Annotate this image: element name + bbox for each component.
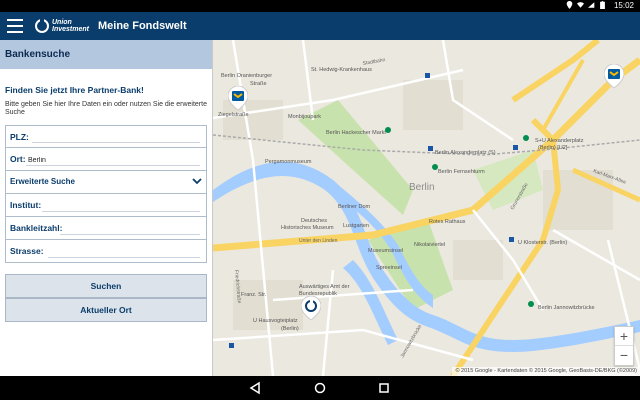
institut-field: Institut: xyxy=(5,194,207,217)
strasse-label: Strasse: xyxy=(10,246,44,256)
map-label-alexanderplatz-s2: (Berlin) [U2] xyxy=(538,145,568,151)
app-bar: Union Investment Meine Fondswelt xyxy=(0,12,640,40)
logo-line-1: Union xyxy=(52,19,72,26)
map-label-dom: Berliner Dom xyxy=(338,204,371,210)
app-title: Meine Fondswelt xyxy=(98,20,187,32)
zoom-out-button[interactable]: − xyxy=(615,346,633,365)
panel-headline: Finden Sie jetzt Ihre Partner-Bank! xyxy=(5,85,144,95)
plz-field: PLZ: xyxy=(5,125,207,148)
home-icon[interactable] xyxy=(313,381,327,395)
institut-input[interactable] xyxy=(42,201,200,212)
union-investment-pin-icon[interactable] xyxy=(301,296,321,320)
map-label-ziegelstrasse: Ziegelstraße xyxy=(218,112,249,118)
strasse-input[interactable] xyxy=(48,247,200,258)
search-button[interactable]: Suchen xyxy=(5,274,207,298)
map-label-alexanderplatz-bf: Berlin Alexanderplatz (S) xyxy=(435,150,496,156)
map-label-hedwig: St. Hedwig-Krankenhaus xyxy=(311,67,372,73)
bankleitzahl-input[interactable] xyxy=(60,224,200,235)
map-label-rotes-rathaus: Rotes Rathaus xyxy=(429,219,466,225)
search-panel: Bankensuche Finden Sie jetzt Ihre Partne… xyxy=(0,40,213,376)
map-label-dhm1: Deutsches xyxy=(301,218,327,224)
institut-label: Institut: xyxy=(10,200,42,210)
map-view[interactable]: Berlin Berlin Oranienburger Straße St. H… xyxy=(213,40,640,376)
map-label-museumsinsel: Museumsinsel xyxy=(368,248,403,254)
map-label-auswaertiges1: Auswärtiges Amt der xyxy=(299,284,350,290)
map-label-hausvogtei1: U Hausvogteiplatz xyxy=(253,318,298,324)
map-label-nikolaiviertel: Nikolaiviertel xyxy=(414,242,445,248)
status-icons xyxy=(566,1,606,9)
logo-mark-icon xyxy=(35,19,49,33)
map-label-alexanderplatz-s: S+U Alexanderplatz xyxy=(535,138,584,144)
bank-pin-icon[interactable] xyxy=(604,64,624,88)
bankleitzahl-label: Bankleitzahl: xyxy=(10,223,63,233)
logo-line-2: Investment xyxy=(52,26,89,33)
menu-icon[interactable] xyxy=(7,19,23,33)
plz-label: PLZ: xyxy=(10,132,29,142)
map-canvas: Berlin Berlin Oranienburger Straße St. H… xyxy=(213,40,640,376)
wifi-icon xyxy=(577,2,584,8)
map-label-franz: Franz. Str. xyxy=(241,292,267,298)
advanced-search-label: Erweiterte Suche xyxy=(10,177,75,186)
recents-icon[interactable] xyxy=(377,381,391,395)
map-label-strasse: Straße xyxy=(250,81,267,87)
map-label-dhm2: Historisches Museum xyxy=(281,225,334,231)
navigation-bar xyxy=(0,376,640,400)
map-label-unter-den-linden: Unter den Linden xyxy=(299,238,338,244)
ort-label: Ort: xyxy=(10,154,26,164)
map-attribution: © 2015 Google - Kartendaten © 2015 Googl… xyxy=(452,367,640,376)
map-label-klosterstrasse: U Klosterstr. (Berlin) xyxy=(518,240,567,246)
status-bar: 15:02 xyxy=(0,0,640,12)
bankleitzahl-field: Bankleitzahl: xyxy=(5,217,207,240)
app-root: 15:02 Union Investment Meine Fondswelt B… xyxy=(0,0,640,400)
signal-icon xyxy=(588,2,595,8)
strasse-field: Strasse: xyxy=(5,240,207,263)
advanced-search-dropdown[interactable]: Erweiterte Suche xyxy=(5,171,207,194)
ort-field: Ort: xyxy=(5,148,207,171)
location-icon xyxy=(566,1,573,9)
bank-pin-icon[interactable] xyxy=(228,86,248,110)
panel-header: Bankensuche xyxy=(0,40,212,69)
union-investment-logo: Union Investment xyxy=(35,17,89,35)
map-label-monbijoupark: Monbijoupark xyxy=(288,114,321,120)
map-label-hausvogtei2: (Berlin) xyxy=(281,326,299,332)
map-label-lustgarten: Lustgarten xyxy=(343,223,369,229)
current-location-button[interactable]: Aktueller Ort xyxy=(5,298,207,322)
zoom-controls: + − xyxy=(614,326,634,366)
panel-instructions: Bitte geben Sie hier Ihre Daten ein oder… xyxy=(5,101,207,116)
plz-input[interactable] xyxy=(32,132,200,143)
map-label-hackescher: Berlin Hackescher Markt xyxy=(326,130,386,136)
back-icon[interactable] xyxy=(248,381,262,395)
map-label-spreeinsel: Spreeinsel xyxy=(376,265,402,271)
zoom-in-button[interactable]: + xyxy=(615,327,633,346)
battery-icon xyxy=(600,1,605,9)
chevron-down-icon xyxy=(192,178,202,185)
clock: 15:02 xyxy=(613,1,634,10)
logo-text: Union Investment xyxy=(52,19,89,33)
map-label-berlin: Berlin xyxy=(409,182,435,193)
map-label-jannowitz: Berlin Jannowitzbrücke xyxy=(538,305,595,311)
map-label-oranienburger: Berlin Oranienburger xyxy=(221,73,272,79)
map-label-pergamon: Pergamonmuseum xyxy=(265,159,312,165)
map-label-fernsehturm: Berlin Fernsehturm xyxy=(438,169,485,175)
ort-input[interactable] xyxy=(26,155,200,166)
